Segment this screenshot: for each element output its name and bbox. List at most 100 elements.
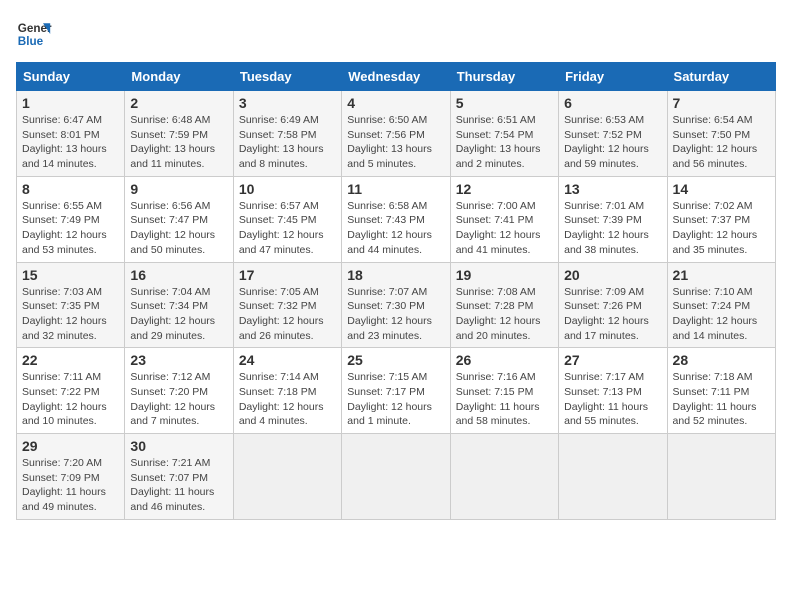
day-info: Sunrise: 7:00 AM Sunset: 7:41 PM Dayligh… [456,199,553,258]
day-number: 16 [130,267,227,283]
day-number: 9 [130,181,227,197]
week-row-5: 29 Sunrise: 7:20 AM Sunset: 7:09 PM Dayli… [17,434,776,520]
day-cell: 6 Sunrise: 6:53 AM Sunset: 7:52 PM Daylig… [559,91,667,177]
day-info: Sunrise: 7:03 AM Sunset: 7:35 PM Dayligh… [22,285,119,344]
day-number: 17 [239,267,336,283]
svg-text:Blue: Blue [18,35,44,48]
day-cell: 24Sunrise: 7:14 AM Sunset: 7:18 PM Dayli… [233,348,341,434]
day-number: 23 [130,352,227,368]
week-row-2: 8 Sunrise: 6:55 AM Sunset: 7:49 PM Daylig… [17,176,776,262]
day-number: 26 [456,352,553,368]
day-info: Sunrise: 6:48 AM Sunset: 7:59 PM Dayligh… [130,113,227,172]
day-info: Sunrise: 7:10 AM Sunset: 7:24 PM Dayligh… [673,285,770,344]
day-info: Sunrise: 6:56 AM Sunset: 7:47 PM Dayligh… [130,199,227,258]
day-cell: 29 Sunrise: 7:20 AM Sunset: 7:09 PM Dayli… [17,434,125,520]
day-cell: 11 Sunrise: 6:58 AM Sunset: 7:43 PM Dayli… [342,176,450,262]
day-cell: 28Sunrise: 7:18 AM Sunset: 7:11 PM Dayli… [667,348,775,434]
day-number: 19 [456,267,553,283]
day-cell [233,434,341,520]
day-info: Sunrise: 6:50 AM Sunset: 7:56 PM Dayligh… [347,113,444,172]
day-cell: 5Sunrise: 6:51 AM Sunset: 7:54 PM Daylig… [450,91,558,177]
day-info: Sunrise: 7:12 AM Sunset: 7:20 PM Dayligh… [130,370,227,429]
day-info: Sunrise: 6:47 AM Sunset: 8:01 PM Dayligh… [22,113,119,172]
day-cell: 8 Sunrise: 6:55 AM Sunset: 7:49 PM Daylig… [17,176,125,262]
col-header-wednesday: Wednesday [342,63,450,91]
day-info: Sunrise: 7:17 AM Sunset: 7:13 PM Dayligh… [564,370,661,429]
day-info: Sunrise: 6:53 AM Sunset: 7:52 PM Dayligh… [564,113,661,172]
day-cell: 26 Sunrise: 7:16 AM Sunset: 7:15 PM Dayli… [450,348,558,434]
col-header-tuesday: Tuesday [233,63,341,91]
day-info: Sunrise: 6:54 AM Sunset: 7:50 PM Dayligh… [673,113,770,172]
day-number: 21 [673,267,770,283]
day-number: 6 [564,95,661,111]
day-number: 22 [22,352,119,368]
day-cell: 1 Sunrise: 6:47 AM Sunset: 8:01 PM Daylig… [17,91,125,177]
day-info: Sunrise: 7:09 AM Sunset: 7:26 PM Dayligh… [564,285,661,344]
day-cell: 30 Sunrise: 7:21 AM Sunset: 7:07 PM Dayli… [125,434,233,520]
calendar-table: SundayMondayTuesdayWednesdayThursdayFrid… [16,62,776,520]
day-cell: 23 Sunrise: 7:12 AM Sunset: 7:20 PM Dayli… [125,348,233,434]
day-number: 24 [239,352,336,368]
day-number: 29 [22,438,119,454]
day-info: Sunrise: 6:49 AM Sunset: 7:58 PM Dayligh… [239,113,336,172]
day-info: Sunrise: 7:01 AM Sunset: 7:39 PM Dayligh… [564,199,661,258]
day-cell: 18 Sunrise: 7:07 AM Sunset: 7:30 PM Dayli… [342,262,450,348]
day-number: 2 [130,95,227,111]
day-number: 11 [347,181,444,197]
day-cell: 4Sunrise: 6:50 AM Sunset: 7:56 PM Daylig… [342,91,450,177]
day-cell [342,434,450,520]
day-cell: 25 Sunrise: 7:15 AM Sunset: 7:17 PM Dayli… [342,348,450,434]
day-cell: 12 Sunrise: 7:00 AM Sunset: 7:41 PM Dayli… [450,176,558,262]
day-number: 5 [456,95,553,111]
day-cell: 14 Sunrise: 7:02 AM Sunset: 7:37 PM Dayli… [667,176,775,262]
day-number: 14 [673,181,770,197]
day-cell [450,434,558,520]
day-info: Sunrise: 7:16 AM Sunset: 7:15 PM Dayligh… [456,370,553,429]
day-number: 3 [239,95,336,111]
page-header: General Blue [16,16,776,52]
col-header-saturday: Saturday [667,63,775,91]
day-number: 8 [22,181,119,197]
day-cell: 27 Sunrise: 7:17 AM Sunset: 7:13 PM Dayli… [559,348,667,434]
day-info: Sunrise: 6:55 AM Sunset: 7:49 PM Dayligh… [22,199,119,258]
day-cell [559,434,667,520]
day-cell: 15 Sunrise: 7:03 AM Sunset: 7:35 PM Dayli… [17,262,125,348]
day-number: 15 [22,267,119,283]
day-info: Sunrise: 7:20 AM Sunset: 7:09 PM Dayligh… [22,456,119,515]
day-number: 20 [564,267,661,283]
day-cell: 10Sunrise: 6:57 AM Sunset: 7:45 PM Dayli… [233,176,341,262]
day-number: 27 [564,352,661,368]
day-cell: 7Sunrise: 6:54 AM Sunset: 7:50 PM Daylig… [667,91,775,177]
day-cell: 13Sunrise: 7:01 AM Sunset: 7:39 PM Dayli… [559,176,667,262]
day-info: Sunrise: 7:04 AM Sunset: 7:34 PM Dayligh… [130,285,227,344]
day-info: Sunrise: 7:08 AM Sunset: 7:28 PM Dayligh… [456,285,553,344]
logo-icon: General Blue [16,16,52,52]
day-info: Sunrise: 7:11 AM Sunset: 7:22 PM Dayligh… [22,370,119,429]
day-cell [667,434,775,520]
day-number: 30 [130,438,227,454]
week-row-3: 15 Sunrise: 7:03 AM Sunset: 7:35 PM Dayli… [17,262,776,348]
week-row-4: 22 Sunrise: 7:11 AM Sunset: 7:22 PM Dayli… [17,348,776,434]
day-cell: 22 Sunrise: 7:11 AM Sunset: 7:22 PM Dayli… [17,348,125,434]
day-info: Sunrise: 7:15 AM Sunset: 7:17 PM Dayligh… [347,370,444,429]
day-number: 12 [456,181,553,197]
day-cell: 17 Sunrise: 7:05 AM Sunset: 7:32 PM Dayli… [233,262,341,348]
day-info: Sunrise: 7:07 AM Sunset: 7:30 PM Dayligh… [347,285,444,344]
day-info: Sunrise: 7:02 AM Sunset: 7:37 PM Dayligh… [673,199,770,258]
col-header-friday: Friday [559,63,667,91]
day-cell: 20 Sunrise: 7:09 AM Sunset: 7:26 PM Dayli… [559,262,667,348]
day-number: 18 [347,267,444,283]
day-info: Sunrise: 7:05 AM Sunset: 7:32 PM Dayligh… [239,285,336,344]
logo: General Blue [16,16,52,52]
week-row-1: 1 Sunrise: 6:47 AM Sunset: 8:01 PM Daylig… [17,91,776,177]
day-cell: 16 Sunrise: 7:04 AM Sunset: 7:34 PM Dayli… [125,262,233,348]
day-number: 28 [673,352,770,368]
day-cell: 3 Sunrise: 6:49 AM Sunset: 7:58 PM Daylig… [233,91,341,177]
col-header-sunday: Sunday [17,63,125,91]
day-info: Sunrise: 7:21 AM Sunset: 7:07 PM Dayligh… [130,456,227,515]
day-cell: 2 Sunrise: 6:48 AM Sunset: 7:59 PM Daylig… [125,91,233,177]
day-info: Sunrise: 6:58 AM Sunset: 7:43 PM Dayligh… [347,199,444,258]
day-info: Sunrise: 6:57 AM Sunset: 7:45 PM Dayligh… [239,199,336,258]
day-number: 1 [22,95,119,111]
day-number: 25 [347,352,444,368]
